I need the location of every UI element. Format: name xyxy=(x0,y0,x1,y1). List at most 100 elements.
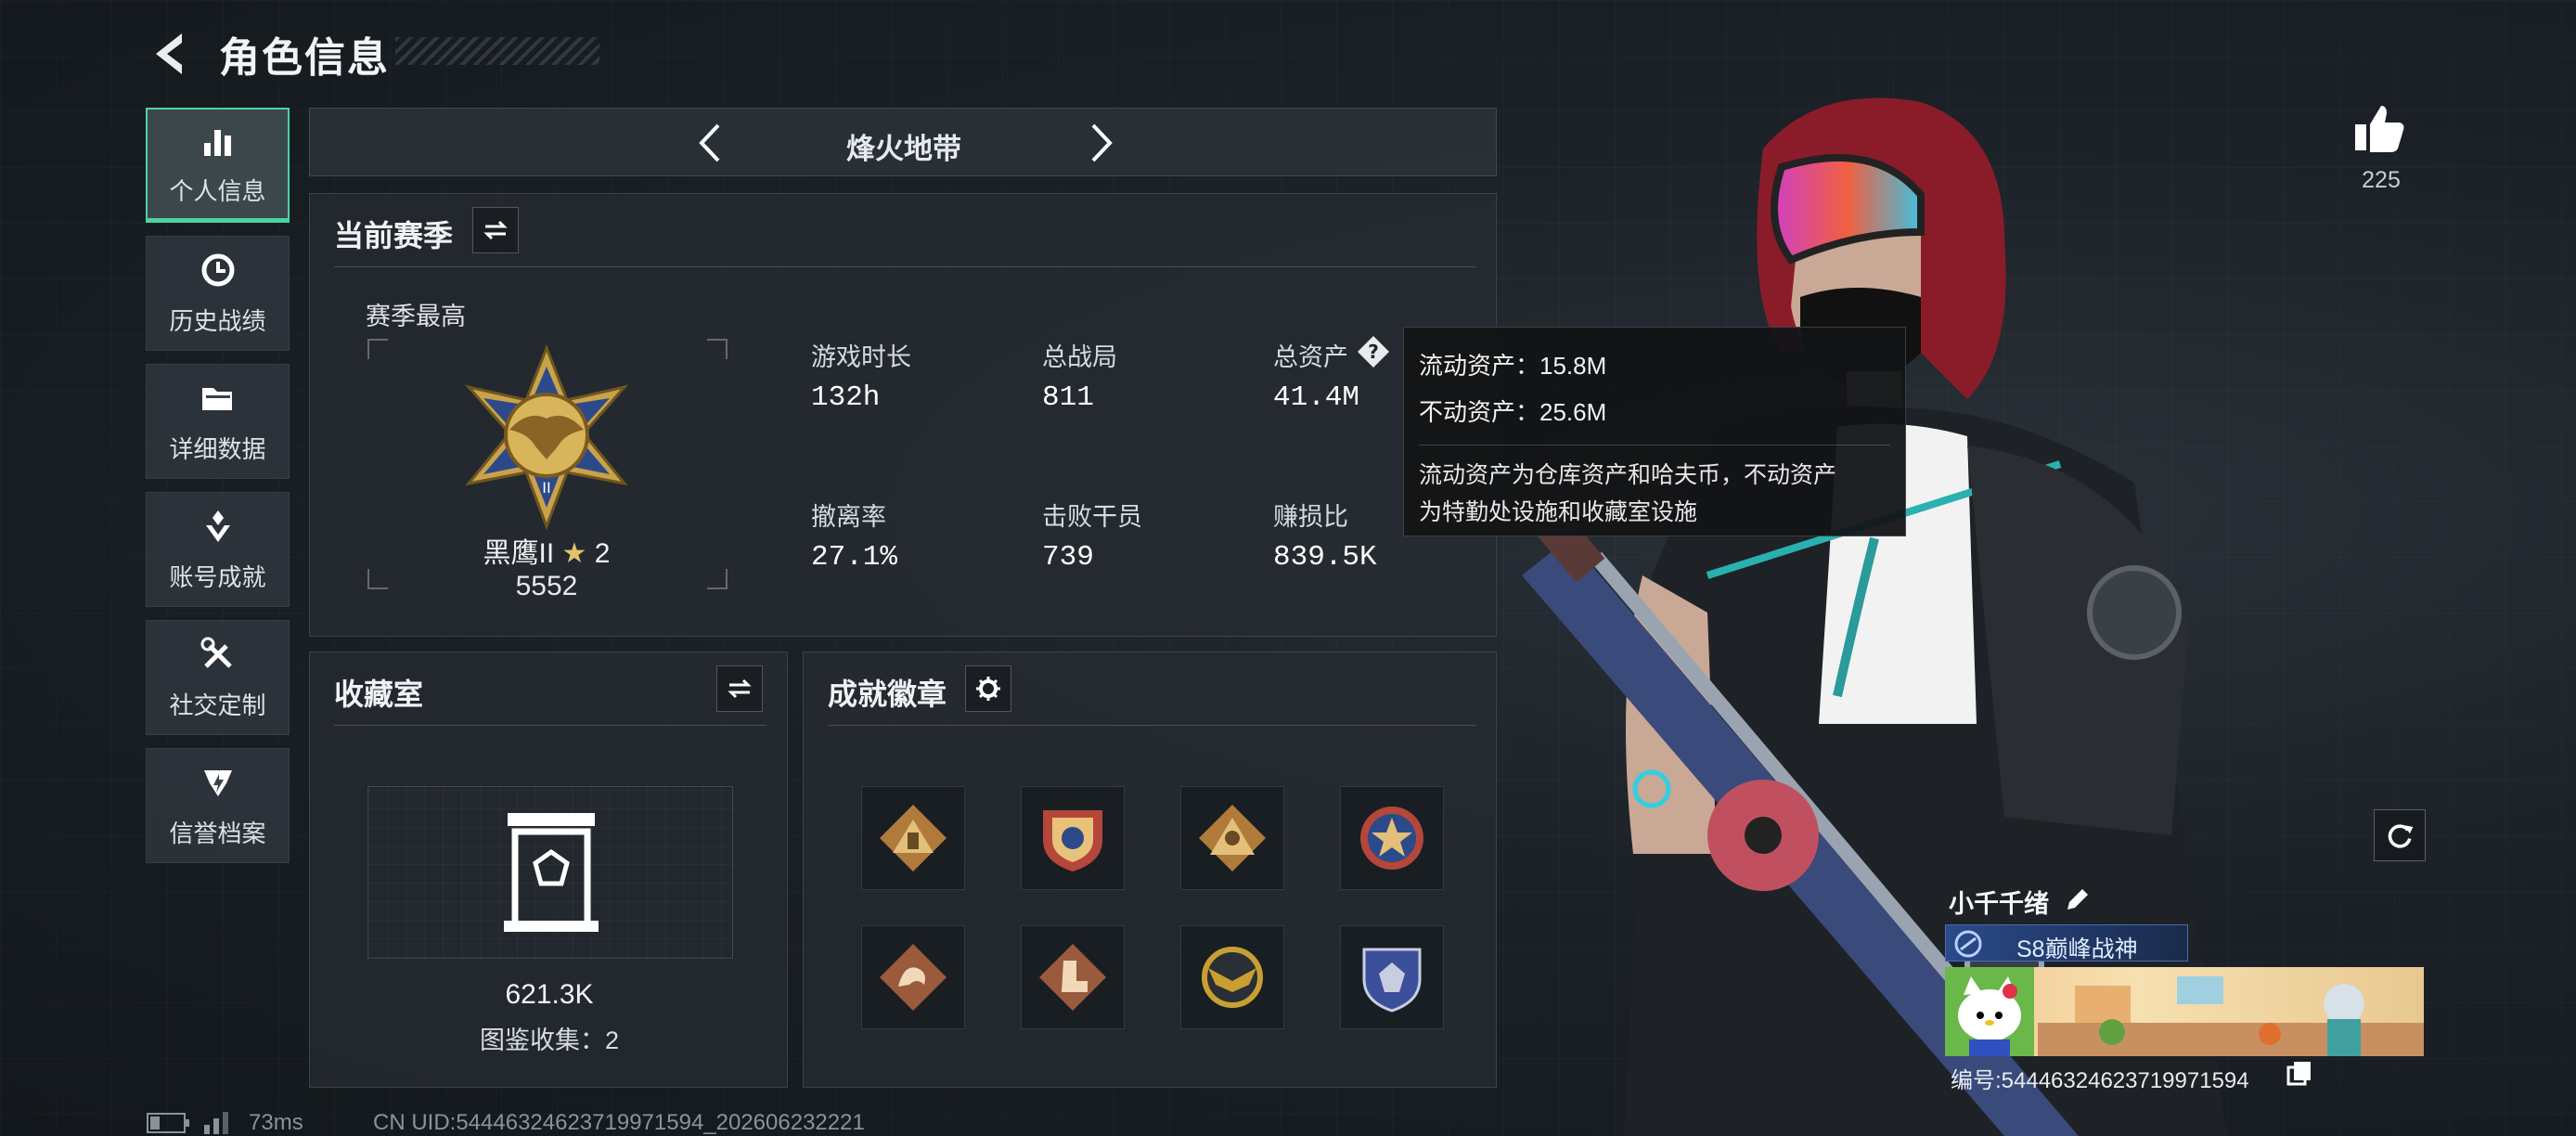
sidebar-item-detail-data[interactable]: 详细数据 xyxy=(146,364,290,479)
stat-label: 撤离率 xyxy=(811,503,886,531)
collection-count: 图鉴收集：2 xyxy=(479,1026,620,1054)
sidebar-item-achievements[interactable]: 账号成就 xyxy=(146,492,290,607)
sidebar-item-label: 历史战绩 xyxy=(169,306,266,335)
stat-value: 27.1% xyxy=(811,541,898,574)
divider xyxy=(828,725,1475,726)
badge-slot[interactable] xyxy=(861,786,965,890)
bar-chart-icon xyxy=(203,130,231,156)
stat-label: 击败干员 xyxy=(1042,503,1142,531)
sidebar-item-label: 个人信息 xyxy=(169,177,266,205)
copy-id-button[interactable] xyxy=(2286,1060,2312,1086)
sidebar-item-history[interactable]: 历史战绩 xyxy=(146,236,290,351)
swap-icon xyxy=(728,678,752,699)
clock-icon xyxy=(201,253,234,286)
thumbs-up-icon xyxy=(2355,106,2404,152)
question-diamond-icon: ? xyxy=(1358,336,1389,368)
collection-switch-button[interactable] xyxy=(716,665,763,712)
sidebar-item-social-custom[interactable]: 社交定制 xyxy=(146,620,290,735)
badge-slot[interactable] xyxy=(1021,925,1125,1029)
pencil-icon xyxy=(2067,889,2088,910)
badge-slot[interactable] xyxy=(861,925,965,1029)
rank-medal-icon: II xyxy=(464,344,629,530)
sidebar-item-label: 社交定制 xyxy=(169,691,266,719)
player-id: 编号:5444632462371997159­4 xyxy=(1951,1068,2249,1093)
collection-value: 621.3K xyxy=(505,979,594,1010)
badges-panel: 成就徽章 xyxy=(803,652,1497,1088)
signal-icon xyxy=(204,1112,228,1134)
rotate-view-button[interactable] xyxy=(2374,809,2426,861)
back-button[interactable] xyxy=(145,28,197,80)
frame-corner xyxy=(707,569,728,589)
rank-stars: 2 xyxy=(594,538,611,569)
stat-label: 总战局 xyxy=(1042,343,1117,371)
shield-blue-badge-icon xyxy=(1043,810,1102,871)
achievement-icon xyxy=(205,510,230,542)
badge-slot[interactable] xyxy=(1340,925,1444,1029)
frame-corner xyxy=(367,569,388,589)
frame-corner xyxy=(707,339,728,359)
mode-selector-bar: 烽火地带 xyxy=(309,108,1497,176)
name-card-banner xyxy=(1945,967,2424,1056)
divider xyxy=(334,725,766,726)
stat-value: 811 xyxy=(1042,381,1094,414)
rank-score: 5552 xyxy=(515,571,578,601)
sidebar-item-label: 账号成就 xyxy=(169,562,266,591)
next-mode-button[interactable] xyxy=(1076,120,1123,166)
star-wreath-badge-icon xyxy=(1360,807,1423,870)
triangle-tower-badge-icon xyxy=(880,805,947,871)
collection-room-preview[interactable] xyxy=(367,786,733,959)
sidebar-item-reputation[interactable]: 信誉档案 xyxy=(146,748,290,863)
badge-slot[interactable] xyxy=(1180,786,1284,890)
tooltip-liquid-assets: 流动资产：15.8M xyxy=(1419,352,1607,380)
collection-title: 收藏室 xyxy=(334,678,424,711)
sidebar-item-label: 详细数据 xyxy=(169,434,266,463)
stat-label: 总资产 xyxy=(1273,343,1348,371)
badge-slot[interactable] xyxy=(1180,925,1284,1029)
tools-icon xyxy=(200,637,232,668)
refresh-icon xyxy=(2388,824,2414,848)
stat-value: 739 xyxy=(1042,541,1094,574)
copy-icon xyxy=(2286,1062,2311,1086)
tooltip-desc-line2: 为特勤处设施和收藏室设施 xyxy=(1419,499,1698,525)
folder-icon xyxy=(201,387,232,410)
frame-corner xyxy=(367,339,388,359)
star-icon: ★ xyxy=(561,538,587,569)
assets-tooltip: 流动资产：15.8M 不动资产：25.6M 流动资产为仓库资产和哈夫币，不动资产… xyxy=(1403,327,1906,536)
mode-label: 烽火地带 xyxy=(846,133,961,165)
like-button[interactable] xyxy=(2351,102,2418,158)
like-count: 225 xyxy=(2362,167,2401,193)
divider xyxy=(334,266,1475,267)
stat-label: 游戏时长 xyxy=(811,343,911,371)
badges-settings-button[interactable] xyxy=(965,665,1011,712)
ping-value: 73ms xyxy=(249,1110,303,1135)
svg-text:?: ? xyxy=(1368,341,1379,363)
blue-shield-badge-icon xyxy=(1362,948,1422,1013)
triangle-figure-badge-icon xyxy=(1199,805,1266,871)
player-name: 小千千绪 xyxy=(1949,890,2049,918)
season-switch-button[interactable] xyxy=(472,207,519,253)
assets-help-button[interactable]: ? xyxy=(1357,335,1390,368)
battery-icon xyxy=(147,1113,189,1133)
display-cabinet-icon xyxy=(504,813,599,932)
edit-name-button[interactable] xyxy=(2064,887,2090,913)
swap-icon xyxy=(483,220,508,240)
rank-name: 黑鹰II xyxy=(483,538,555,569)
collection-panel: 收藏室 621.3K 图鉴收集：2 xyxy=(309,652,788,1088)
sidebar-item-personal-info[interactable]: 个人信息 xyxy=(146,108,290,223)
uid-text: CN UID:5444632462371997159­4_20260623222… xyxy=(373,1110,865,1135)
back-arrow-icon xyxy=(156,33,182,74)
season-best-label: 赛季最高 xyxy=(366,303,466,330)
badge-slot[interactable] xyxy=(1340,786,1444,890)
shield-emblem-icon xyxy=(203,769,232,796)
avatar xyxy=(1945,967,2034,1056)
rank-name-row: 黑鹰II ★ 2 xyxy=(454,530,639,571)
badges-title: 成就徽章 xyxy=(828,678,947,711)
badge-slot[interactable] xyxy=(1021,786,1125,890)
gold-winged-badge-icon xyxy=(1202,947,1263,1008)
chevron-right-icon xyxy=(1091,123,1113,162)
tooltip-desc-line1: 流动资产为仓库资产和哈夫币，不动资产 xyxy=(1419,462,1837,488)
page-title: 角色信息 xyxy=(219,35,390,81)
stat-value: 132h xyxy=(811,381,881,414)
stat-value: 41.4M xyxy=(1273,381,1360,414)
title-decoration xyxy=(395,37,599,65)
